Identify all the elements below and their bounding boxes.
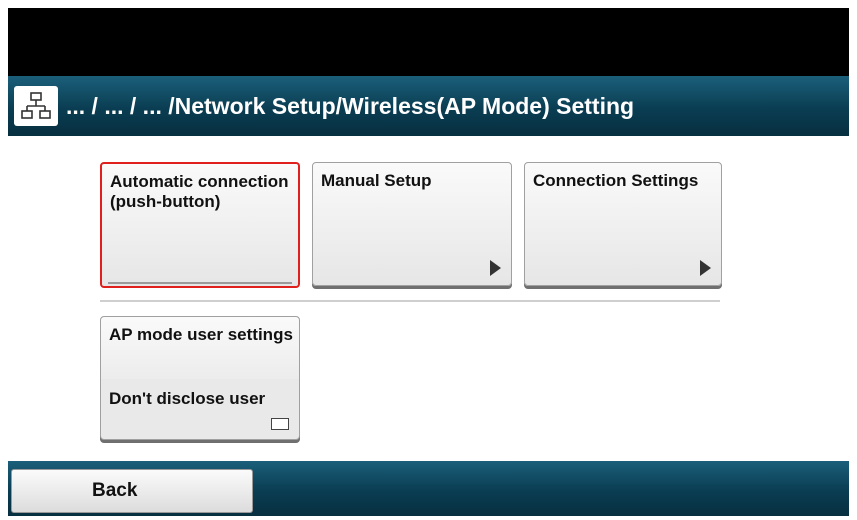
automatic-connection-button[interactable]: Automatic connection (push-button) <box>100 162 300 288</box>
network-icon <box>14 86 58 126</box>
arrow-right-icon <box>700 260 711 276</box>
page-title: ... / ... / ... /Network Setup/Wireless(… <box>66 92 635 119</box>
bottom-bar: Back <box>8 461 849 516</box>
selection-underline <box>108 282 292 284</box>
back-button[interactable]: Back <box>11 469 253 513</box>
connection-settings-label: Connection Settings <box>533 171 699 190</box>
divider <box>100 300 720 302</box>
automatic-connection-label: Automatic connection (push-button) <box>110 172 289 211</box>
ap-mode-user-settings-value: Don't disclose user <box>109 389 266 408</box>
printer-panel-screen: ... / ... / ... /Network Setup/Wireless(… <box>8 8 849 516</box>
manual-setup-button[interactable]: Manual Setup <box>312 162 512 286</box>
ap-mode-user-settings-label: AP mode user settings <box>109 325 293 344</box>
ap-mode-user-settings-button[interactable]: AP mode user settings Don't disclose use… <box>100 316 300 440</box>
dropdown-box-icon <box>271 418 289 430</box>
manual-setup-label: Manual Setup <box>321 171 432 190</box>
status-area <box>8 8 849 76</box>
title-bar: ... / ... / ... /Network Setup/Wireless(… <box>8 76 849 136</box>
menu-area: Automatic connection (push-button) Manua… <box>8 136 849 461</box>
connection-settings-button[interactable]: Connection Settings <box>524 162 722 286</box>
arrow-right-icon <box>490 260 501 276</box>
